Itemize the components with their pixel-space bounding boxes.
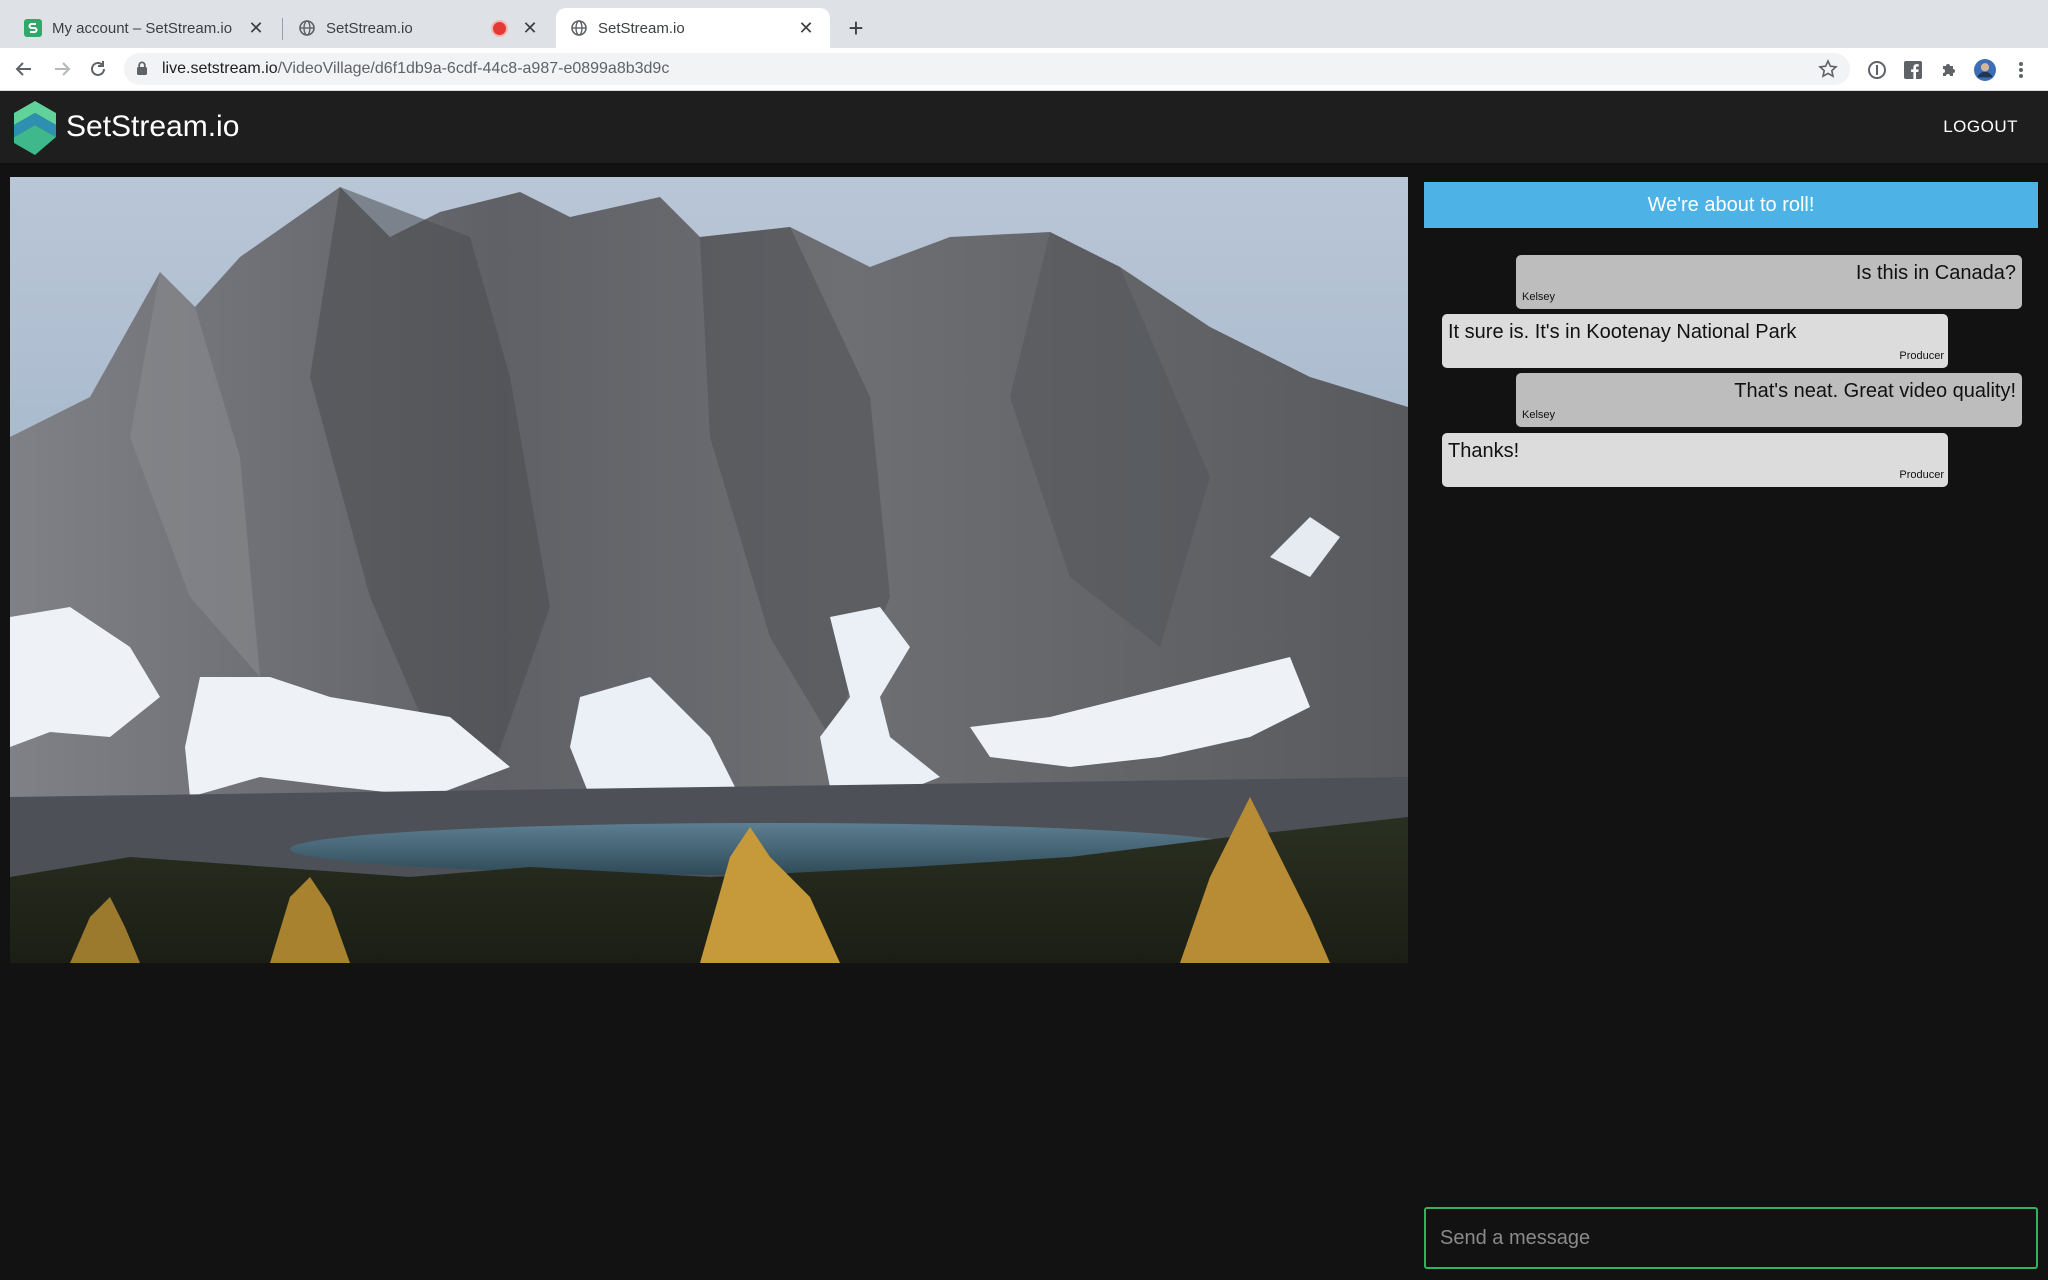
tab-setstream-active[interactable]: SetStream.io ✕ — [556, 8, 830, 48]
profile-avatar[interactable] — [1974, 59, 1996, 81]
setstream-logo-icon — [14, 101, 56, 155]
lock-icon — [136, 61, 148, 81]
chat-message: That's neat. Great video quality! Kelsey — [1516, 373, 2022, 427]
video-stream[interactable] — [10, 177, 1408, 963]
back-button[interactable] — [10, 55, 38, 83]
close-tab-icon[interactable]: ✕ — [520, 18, 540, 38]
arrow-left-icon — [15, 62, 31, 76]
status-banner: We're about to roll! — [1424, 182, 2038, 228]
forward-button[interactable] — [48, 55, 76, 83]
mountain-landscape-image — [10, 177, 1408, 963]
arrow-right-icon — [55, 62, 71, 76]
message-text: Thanks! — [1448, 440, 1520, 462]
message-sender: Producer — [1899, 469, 1944, 481]
tab-separator — [282, 18, 283, 40]
chat-message: Is this in Canada? Kelsey — [1516, 255, 2022, 309]
message-input[interactable] — [1424, 1207, 2038, 1269]
brand-name: SetStream.io — [66, 110, 240, 143]
recording-indicator-icon — [491, 19, 508, 37]
password-manager-icon[interactable] — [1866, 59, 1888, 81]
close-tab-icon[interactable]: ✕ — [796, 18, 816, 38]
globe-icon — [298, 19, 316, 37]
chat-message: Thanks! Producer — [1442, 433, 1948, 487]
message-sender: Kelsey — [1522, 409, 1556, 421]
app-header: SetStream.io LOGOUT — [0, 91, 2048, 163]
browser-menu-icon[interactable] — [2010, 59, 2032, 81]
setstream-favicon-icon — [24, 19, 42, 37]
facebook-container-icon[interactable] — [1902, 59, 1924, 81]
extensions-puzzle-icon[interactable] — [1938, 59, 1960, 81]
message-sender: Kelsey — [1522, 291, 1556, 303]
new-tab-button[interactable]: + — [842, 13, 870, 43]
tab-title: SetStream.io — [598, 19, 685, 37]
globe-icon — [570, 19, 588, 37]
tab-title: My account – SetStream.io — [52, 19, 233, 37]
chat-message: It sure is. It's in Kootenay National Pa… — [1442, 314, 1948, 368]
browser-toolbar: live.setstream.io/VideoVillage/d6f1db9a-… — [0, 48, 2048, 91]
logout-button[interactable]: LOGOUT — [1943, 117, 2018, 137]
browser-tab-bar: My account – SetStream.io ✕ SetStream.io… — [0, 0, 2048, 48]
message-text: It sure is. It's in Kootenay National Pa… — [1448, 321, 1797, 343]
tab-title: SetStream.io — [326, 19, 413, 37]
tab-my-account[interactable]: My account – SetStream.io ✕ — [10, 8, 280, 48]
message-text: Is this in Canada? — [1855, 262, 2016, 284]
url-text: live.setstream.io/VideoVillage/d6f1db9a-… — [162, 60, 669, 78]
tab-setstream-recording[interactable]: SetStream.io ✕ — [284, 8, 554, 48]
message-text: That's neat. Great video quality! — [1734, 380, 2016, 402]
reload-icon — [91, 61, 105, 76]
address-bar[interactable]: live.setstream.io/VideoVillage/d6f1db9a-… — [124, 53, 1850, 85]
bookmark-star-icon[interactable] — [1818, 59, 1838, 84]
message-sender: Producer — [1899, 350, 1944, 362]
url-path: /VideoVillage/d6f1db9a-6cdf-44c8-a987-e0… — [277, 60, 670, 77]
url-host: live.setstream.io — [162, 60, 278, 77]
reload-button[interactable] — [84, 55, 112, 83]
close-tab-icon[interactable]: ✕ — [246, 18, 266, 38]
